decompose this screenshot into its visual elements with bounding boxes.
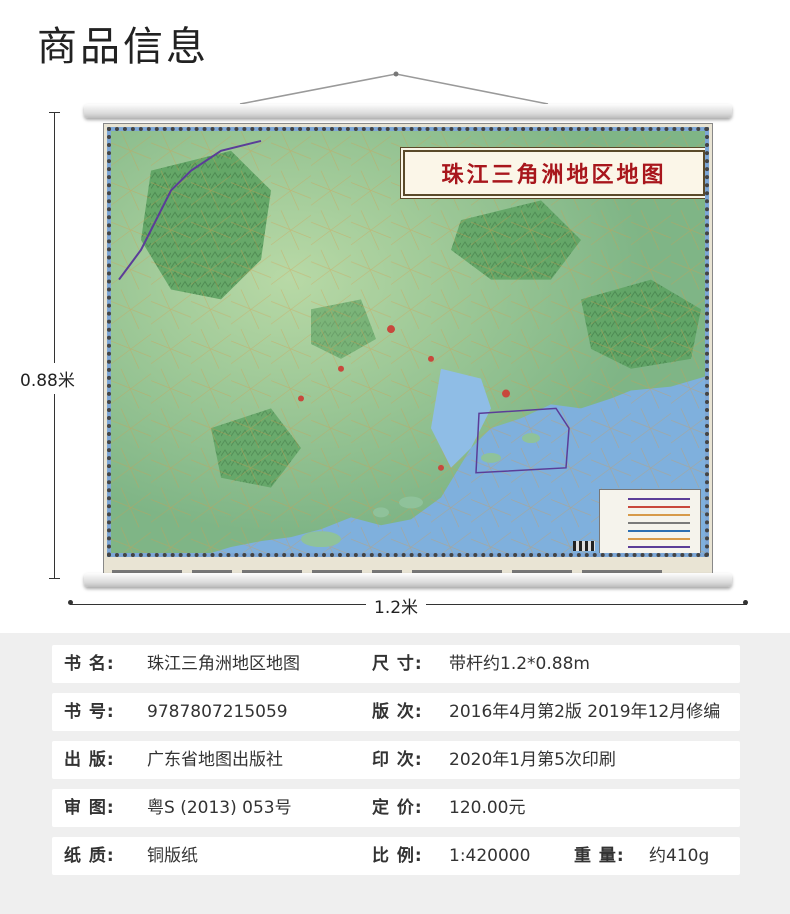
price-value: 120.00元 <box>449 798 526 818</box>
publisher-key: 出 版: <box>64 750 115 770</box>
wall-map: 珠江三角洲地区地图 <box>103 123 713 574</box>
height-label: 0.88米 <box>20 363 92 394</box>
isbn-value: 9787807215059 <box>147 702 288 722</box>
bottom-hanging-rod <box>84 573 732 587</box>
map-scale-bar <box>573 541 595 551</box>
price-key: 定 价: <box>372 798 423 818</box>
map-title: 珠江三角洲地区地图 <box>441 162 667 188</box>
width-label: 1.2米 <box>366 593 427 618</box>
map-product-image: 珠江三角洲地区地图 <box>0 60 790 630</box>
map-title-box: 珠江三角洲地区地图 <box>403 150 705 196</box>
map-legend <box>599 489 701 553</box>
title-value: 珠江三角洲地区地图 <box>147 654 300 674</box>
weight-key: 重 量: <box>574 846 625 866</box>
edition-key: 版 次: <box>372 702 423 722</box>
edition-value: 2016年4月第2版 2019年12月修编 <box>449 702 721 722</box>
map-border: 珠江三角洲地区地图 <box>107 127 709 557</box>
scale-key: 比 例: <box>372 846 423 866</box>
title-key: 书 名: <box>64 654 115 674</box>
product-info-panel: 书 名: 珠江三角洲地区地图 尺 寸: 带杆约1.2*0.88m 书 号: 97… <box>0 633 790 914</box>
info-row: 书 名: 珠江三角洲地区地图 尺 寸: 带杆约1.2*0.88m <box>52 645 740 683</box>
info-row: 书 号: 9787807215059 版 次: 2016年4月第2版 2019年… <box>52 693 740 731</box>
info-row: 出 版: 广东省地图出版社 印 次: 2020年1月第5次印刷 <box>52 741 740 779</box>
review-key: 审 图: <box>64 798 115 818</box>
size-key: 尺 寸: <box>372 654 423 674</box>
top-hanging-rod <box>84 104 732 118</box>
paper-key: 纸 质: <box>64 846 115 866</box>
print-value: 2020年1月第5次印刷 <box>449 750 616 770</box>
info-row: 纸 质: 铜版纸 比 例: 1:420000 重 量: 约410g <box>52 837 740 875</box>
width-dimension-cap-right <box>743 598 748 610</box>
paper-value: 铜版纸 <box>147 846 198 866</box>
weight-value: 约410g <box>649 846 710 866</box>
publisher-value: 广东省地图出版社 <box>147 750 283 770</box>
width-dimension-cap-left <box>68 598 73 610</box>
print-key: 印 次: <box>372 750 423 770</box>
scale-value: 1:420000 <box>449 846 531 866</box>
info-row: 审 图: 粤S (2013) 053号 定 价: 120.00元 <box>52 789 740 827</box>
review-value: 粤S (2013) 053号 <box>147 798 292 818</box>
isbn-key: 书 号: <box>64 702 115 722</box>
size-value: 带杆约1.2*0.88m <box>449 654 590 674</box>
map-footer-notes <box>112 561 704 573</box>
